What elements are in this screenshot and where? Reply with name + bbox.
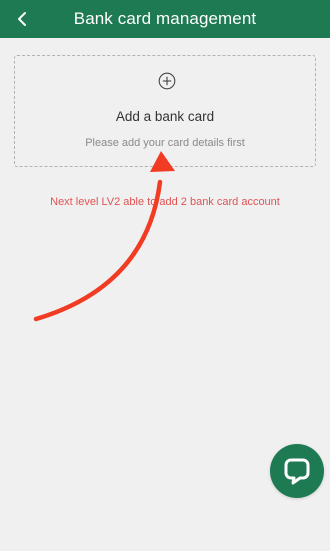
add-card-subtitle: Please add your card details first bbox=[85, 137, 245, 149]
page-title: Bank card management bbox=[73, 9, 257, 28]
level-limit-note: Next level LV2 able to add 2 bank card a… bbox=[50, 196, 280, 208]
app-header: Bank card management bbox=[0, 0, 330, 38]
chevron-left-icon bbox=[18, 12, 26, 26]
back-button[interactable] bbox=[8, 5, 36, 33]
chat-bubble-icon bbox=[284, 458, 310, 485]
add-card-title: Add a bank card bbox=[115, 109, 215, 124]
chat-button[interactable] bbox=[270, 444, 324, 498]
plus-circle-icon bbox=[158, 72, 176, 90]
add-bank-card-button[interactable]: Add a bank card Please add your card det… bbox=[14, 55, 316, 167]
